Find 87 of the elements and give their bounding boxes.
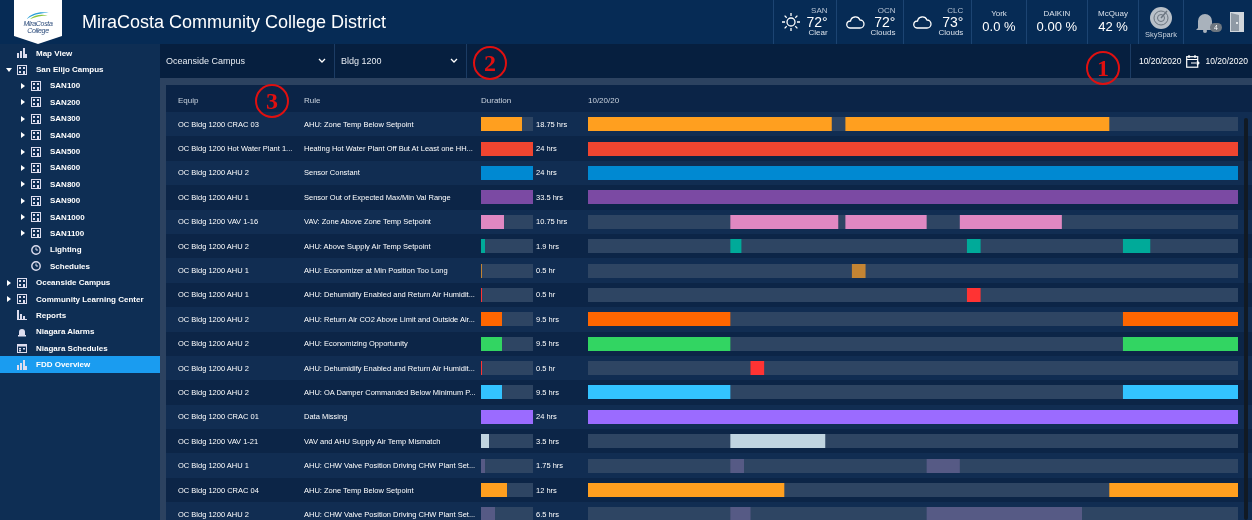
- sidebar-item[interactable]: Map View: [0, 45, 160, 62]
- column-header: Rule: [304, 95, 321, 105]
- caret-icon[interactable]: [20, 214, 26, 221]
- building-icon: [31, 146, 41, 157]
- sidebar-item[interactable]: Niagara Alarms: [0, 323, 160, 341]
- chart-icon: [17, 359, 27, 370]
- caret-icon[interactable]: [20, 148, 26, 155]
- sidebar-item[interactable]: Oceanside Campus: [0, 274, 160, 291]
- sidebar-item[interactable]: SAN1100: [0, 225, 160, 242]
- app-title: MiraCosta Community College District: [82, 11, 387, 33]
- stat-value: 0.00 %: [1036, 19, 1078, 35]
- caret-icon[interactable]: [20, 115, 26, 122]
- radar-icon: [1148, 5, 1173, 30]
- start-date[interactable]: 10/20/2020: [1138, 56, 1182, 66]
- building-icon: [31, 212, 41, 223]
- cloud-icon: [844, 15, 865, 29]
- end-date[interactable]: 10/20/2020: [1205, 56, 1248, 66]
- sidebar-item[interactable]: SAN100: [0, 77, 160, 95]
- bar-chart-icon: [17, 310, 27, 321]
- sun-icon: [782, 13, 801, 31]
- building-icon: [31, 113, 41, 124]
- building-dropdown[interactable]: Bldg 1200: [335, 44, 467, 78]
- temperature: 73°: [942, 15, 964, 29]
- sidebar-item[interactable]: SAN500: [0, 143, 160, 160]
- sidebar-item[interactable]: SAN800: [0, 176, 160, 193]
- weather-condition: Clouds: [938, 29, 964, 37]
- caret-icon[interactable]: [20, 82, 26, 89]
- caret-icon[interactable]: [6, 296, 12, 303]
- weather-condition: Clouds: [870, 29, 896, 37]
- station-code: SAN: [811, 7, 828, 15]
- station-code: CLC: [947, 7, 964, 15]
- caret-icon[interactable]: [6, 279, 12, 286]
- building-icon: [31, 80, 41, 91]
- weather-condition: Clear: [808, 29, 828, 37]
- annotation-marker: 1: [1086, 51, 1120, 85]
- building-icon: [17, 64, 27, 75]
- caret-icon[interactable]: [20, 197, 26, 204]
- cloud-icon: [912, 15, 933, 29]
- annotation-marker: 3: [255, 84, 289, 118]
- building-icon: [17, 294, 27, 305]
- sidebar-item[interactable]: Reports: [0, 307, 160, 324]
- stat-value: 0.0 %: [982, 19, 1016, 35]
- sidebar-item[interactable]: SAN600: [0, 159, 160, 177]
- column-header: Duration: [481, 95, 512, 105]
- chevron-icon: [318, 58, 326, 64]
- building-icon: [31, 130, 41, 141]
- caret-icon[interactable]: [20, 164, 26, 171]
- sidebar-item[interactable]: Niagara Schedules: [0, 340, 160, 357]
- sidebar-item[interactable]: Lighting: [0, 241, 160, 259]
- caret-icon[interactable]: [20, 181, 26, 188]
- building-icon: [31, 97, 41, 108]
- sidebar-item[interactable]: San Elijo Campus: [0, 61, 160, 78]
- sidebar-item[interactable]: Community Learning Center: [0, 290, 160, 308]
- stat-label: DAIKIN: [1043, 9, 1071, 19]
- temperature: 72°: [874, 15, 896, 29]
- sidebar-item[interactable]: SAN1000: [0, 208, 160, 226]
- sidebar-item[interactable]: SAN200: [0, 94, 160, 111]
- clock-icon: [31, 261, 41, 272]
- door-icon: [1230, 12, 1244, 32]
- column-header: Equip: [178, 95, 199, 105]
- building-icon: [31, 179, 41, 190]
- sidebar-item[interactable]: SAN400: [0, 126, 160, 144]
- clock-icon: [31, 244, 41, 255]
- chart-icon: [17, 48, 27, 59]
- calendar-icon[interactable]: [1186, 54, 1201, 68]
- building-icon: [31, 195, 41, 206]
- calendar-icon: [17, 343, 27, 354]
- stat-value: 42 %: [1098, 19, 1128, 35]
- caret-icon[interactable]: [20, 99, 26, 106]
- caret-icon[interactable]: [20, 230, 26, 237]
- column-header: 10/20/20: [588, 95, 620, 105]
- sidebar-item[interactable]: SAN900: [0, 192, 160, 209]
- station-code: OCN: [877, 7, 896, 15]
- campus-dropdown[interactable]: Oceanside Campus: [160, 44, 335, 78]
- stat-label: York: [991, 9, 1007, 19]
- building-icon: [31, 162, 41, 173]
- temperature: 72°: [806, 15, 828, 29]
- chevron-icon: [450, 58, 458, 64]
- building-icon: [31, 228, 41, 239]
- caret-icon[interactable]: [6, 66, 12, 73]
- alarm-icon: [17, 326, 27, 337]
- caret-icon[interactable]: [20, 132, 26, 139]
- stat-label: McQuay: [1098, 9, 1128, 19]
- building-icon: [17, 277, 27, 288]
- annotation-marker: 2: [473, 46, 507, 80]
- sidebar-item[interactable]: Schedules: [0, 258, 160, 275]
- sidebar-item[interactable]: SAN300: [0, 110, 160, 127]
